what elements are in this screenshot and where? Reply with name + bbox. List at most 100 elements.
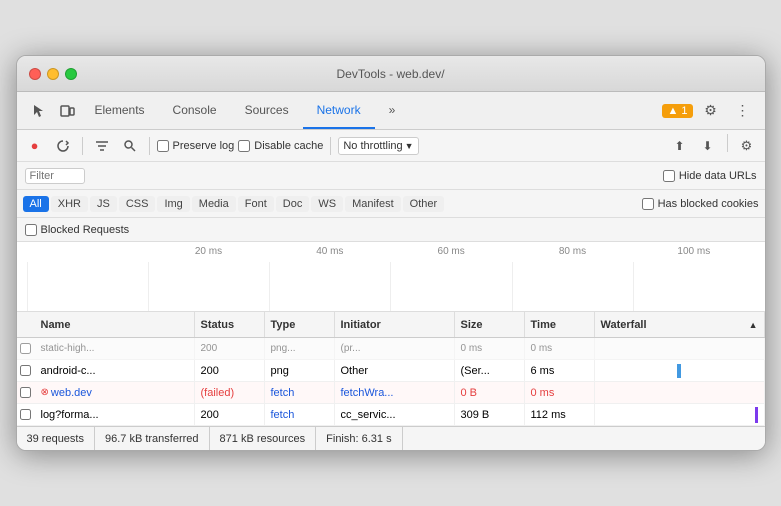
timeline-area: 20 ms 40 ms 60 ms 80 ms 100 ms	[17, 242, 765, 312]
filter-manifest[interactable]: Manifest	[345, 196, 401, 212]
row-checkbox[interactable]	[17, 387, 35, 398]
row-type: png	[265, 360, 335, 381]
disable-cache-checkbox[interactable]: Disable cache	[238, 140, 323, 152]
filter-js[interactable]: JS	[90, 196, 117, 212]
table-row[interactable]: android-c... 200 png Other (Ser... 6 ms	[17, 360, 765, 382]
close-button[interactable]	[29, 68, 41, 80]
toolbar-separator-1	[82, 137, 83, 155]
header-name[interactable]: Name	[35, 312, 195, 337]
header-waterfall[interactable]: Waterfall ▲	[595, 312, 765, 337]
record-button[interactable]: ●	[23, 134, 47, 158]
filter-doc[interactable]: Doc	[276, 196, 310, 212]
timeline-label-1: 20 ms	[148, 246, 269, 257]
network-settings-button[interactable]: ⚙	[735, 134, 759, 158]
row-checkbox[interactable]	[17, 409, 35, 420]
maximize-button[interactable]	[65, 68, 77, 80]
tabs-list: Elements Console Sources Network »	[81, 92, 663, 129]
row-name: static-high...	[35, 338, 195, 359]
devtools-tabs-bar: Elements Console Sources Network » ▲ 1 ⚙…	[17, 92, 765, 130]
chevron-down-icon: ▼	[405, 141, 414, 151]
more-icon-btn[interactable]: ⋮	[729, 97, 757, 125]
preserve-log-checkbox[interactable]: Preserve log	[157, 140, 235, 152]
row-time: 112 ms	[525, 404, 595, 425]
filter-all[interactable]: All	[23, 196, 49, 212]
timeline-gridline-0	[27, 262, 148, 311]
header-size[interactable]: Size	[455, 312, 525, 337]
minimize-button[interactable]	[47, 68, 59, 80]
table-row[interactable]: ⊗ web.dev (failed) fetch fetchWra... 0 B…	[17, 382, 765, 404]
header-initiator[interactable]: Initiator	[335, 312, 455, 337]
search-button[interactable]	[118, 134, 142, 158]
row-size: 0 B	[455, 382, 525, 403]
clear-button[interactable]	[51, 134, 75, 158]
row-time: 0 ms	[525, 382, 595, 403]
header-status[interactable]: Status	[195, 312, 265, 337]
has-blocked-cookies-input[interactable]	[642, 198, 654, 210]
filter-other[interactable]: Other	[403, 196, 445, 212]
table-body: static-high... 200 png... (pr... 0 ms 0 …	[17, 338, 765, 426]
window-title: DevTools - web.dev/	[336, 67, 444, 81]
timeline-gridlines	[27, 262, 755, 311]
row-initiator: fetchWra...	[335, 382, 455, 403]
export-button[interactable]: ⬇	[696, 134, 720, 158]
tab-console[interactable]: Console	[159, 92, 231, 129]
filter-button[interactable]	[90, 134, 114, 158]
finish-time: Finish: 6.31 s	[316, 427, 402, 450]
cursor-icon-btn[interactable]	[25, 97, 53, 125]
tab-network[interactable]: Network	[303, 92, 375, 129]
disable-cache-input[interactable]	[238, 140, 250, 152]
timeline-label-4: 80 ms	[512, 246, 633, 257]
row-checkbox[interactable]	[17, 365, 35, 376]
row-size: 0 ms	[455, 338, 525, 359]
row-waterfall	[595, 338, 765, 359]
timeline-gridline-1	[148, 262, 269, 311]
settings-icon-btn[interactable]: ⚙	[697, 97, 725, 125]
row-initiator: cc_servic...	[335, 404, 455, 425]
filter-css[interactable]: CSS	[119, 196, 156, 212]
row-checkbox[interactable]	[17, 343, 35, 354]
title-bar: DevTools - web.dev/	[17, 56, 765, 92]
row-initiator: (pr...	[335, 338, 455, 359]
filter-xhr[interactable]: XHR	[51, 196, 88, 212]
table-header: Name Status Type Initiator Size Time Wat…	[17, 312, 765, 338]
toolbar-separator-4	[727, 134, 728, 152]
tab-more[interactable]: »	[375, 92, 410, 129]
hide-data-urls-input[interactable]	[663, 170, 675, 182]
has-blocked-cookies-checkbox[interactable]: Has blocked cookies	[642, 198, 759, 210]
table-row[interactable]: log?forma... 200 fetch cc_servic... 309 …	[17, 404, 765, 426]
row-initiator: Other	[335, 360, 455, 381]
filter-img[interactable]: Img	[157, 196, 189, 212]
device-icon-btn[interactable]	[53, 97, 81, 125]
filter-input[interactable]	[25, 168, 85, 184]
tab-elements[interactable]: Elements	[81, 92, 159, 129]
timeline-gridline-5	[633, 262, 754, 311]
header-type[interactable]: Type	[265, 312, 335, 337]
header-time[interactable]: Time	[525, 312, 595, 337]
blocked-requests-checkbox[interactable]: Blocked Requests	[25, 224, 130, 236]
blocked-requests-input[interactable]	[25, 224, 37, 236]
warning-badge[interactable]: ▲ 1	[662, 104, 692, 118]
timeline-gridline-3	[390, 262, 511, 311]
blocked-requests-row: Blocked Requests	[17, 218, 765, 242]
filter-media[interactable]: Media	[192, 196, 236, 212]
row-waterfall	[595, 360, 765, 381]
import-button[interactable]: ⬆	[668, 134, 692, 158]
waterfall-bar	[755, 407, 758, 423]
timeline-gridline-4	[512, 262, 633, 311]
timeline-gridline-2	[269, 262, 390, 311]
row-type: png...	[265, 338, 335, 359]
throttle-select[interactable]: No throttling ▼	[338, 137, 418, 155]
filter-ws[interactable]: WS	[311, 196, 343, 212]
timeline-label-3: 60 ms	[390, 246, 511, 257]
table-row[interactable]: static-high... 200 png... (pr... 0 ms 0 …	[17, 338, 765, 360]
row-time: 0 ms	[525, 338, 595, 359]
timeline-label-0	[27, 246, 148, 257]
resources-size: 871 kB resources	[210, 427, 317, 450]
row-waterfall	[595, 404, 765, 425]
row-name: log?forma...	[35, 404, 195, 425]
hide-data-urls-checkbox[interactable]: Hide data URLs	[663, 170, 757, 182]
filter-font[interactable]: Font	[238, 196, 274, 212]
preserve-log-input[interactable]	[157, 140, 169, 152]
filter-types-row: All XHR JS CSS Img Media Font Doc WS Man…	[17, 190, 765, 218]
tab-sources[interactable]: Sources	[231, 92, 303, 129]
